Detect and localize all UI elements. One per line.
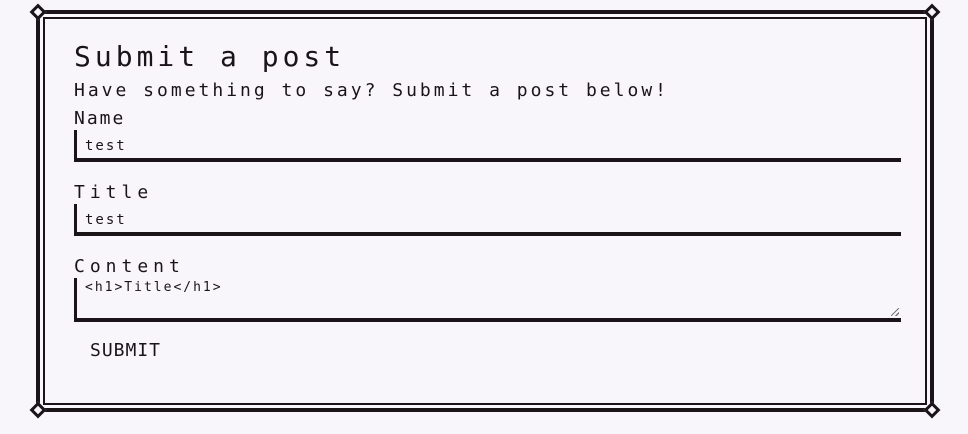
content-textarea-wrap: <h1>Title</h1>	[74, 278, 901, 322]
page-title: Submit a post	[74, 40, 346, 73]
name-label: Name	[74, 108, 126, 129]
page-subtitle: Have something to say? Submit a post bel…	[74, 80, 669, 101]
name-group: Name	[74, 108, 902, 162]
content-group: Content <h1>Title</h1>	[74, 256, 902, 322]
post-form: Submit a post Have something to say? Sub…	[74, 40, 902, 361]
content-textarea[interactable]: <h1>Title</h1>	[74, 278, 901, 322]
submit-button[interactable]: SUBMIT	[90, 340, 161, 361]
resize-grip-icon[interactable]	[891, 308, 899, 316]
title-group: Title	[74, 182, 902, 236]
content-label: Content	[74, 256, 185, 277]
form-frame: Submit a post Have something to say? Sub…	[29, 3, 941, 419]
name-input[interactable]	[74, 130, 901, 162]
title-input[interactable]	[74, 204, 901, 236]
title-label: Title	[74, 182, 154, 203]
